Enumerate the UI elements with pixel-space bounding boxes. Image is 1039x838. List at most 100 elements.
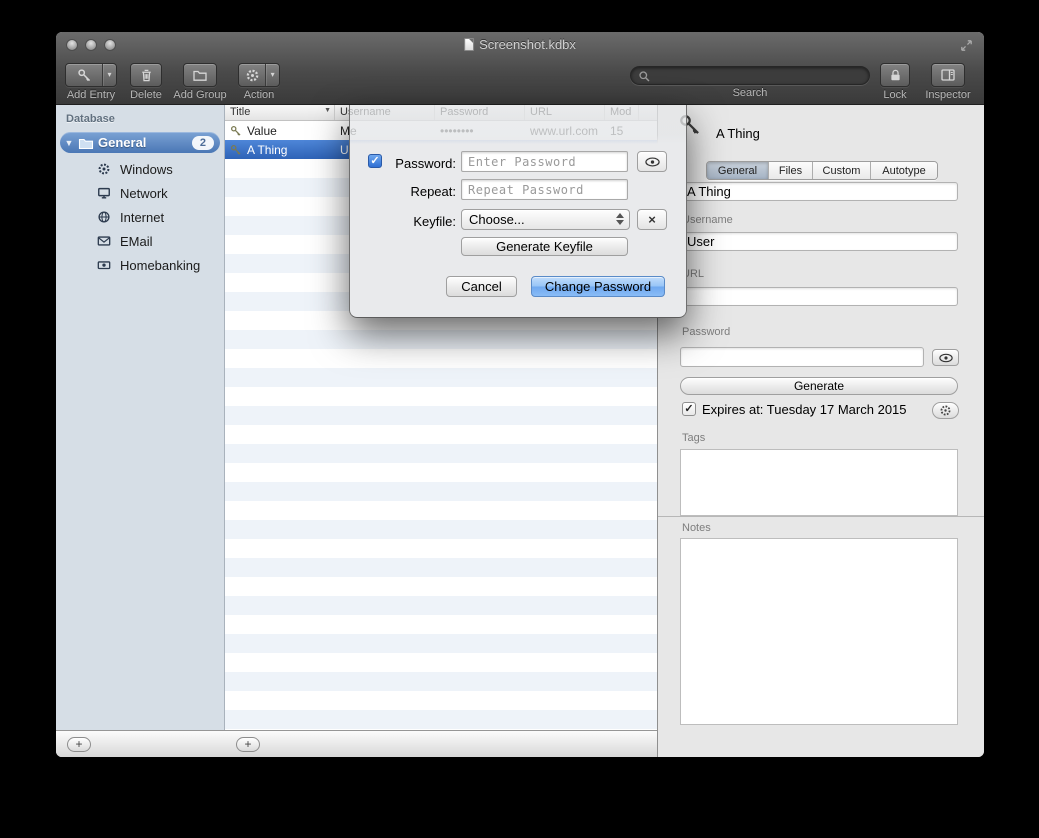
titlebar[interactable]: Screenshot.kdbx [56, 32, 984, 58]
empty-row [225, 501, 657, 520]
empty-row [225, 653, 657, 672]
close-button[interactable] [66, 39, 78, 51]
chevron-down-icon: ▾ [103, 64, 116, 86]
search-field[interactable] [630, 66, 870, 85]
email-icon [96, 233, 112, 249]
change-password-button[interactable]: Change Password [531, 276, 665, 297]
keyfile-popup[interactable]: Choose... [461, 209, 630, 230]
folder-icon [192, 64, 208, 86]
column-header-title[interactable]: Title▼ [225, 105, 335, 120]
keyfile-popup-value: Choose... [469, 212, 525, 227]
action-button[interactable]: ▾ Action [237, 63, 281, 101]
minimize-button[interactable] [85, 39, 97, 51]
cancel-button[interactable]: Cancel [446, 276, 517, 297]
lock-label: Lock [880, 89, 910, 101]
delete-label: Delete [128, 89, 164, 101]
inspector-divider [658, 516, 984, 517]
generate-button[interactable]: Generate [680, 377, 958, 395]
sidebar-item-network[interactable]: Network [56, 181, 224, 205]
search-area: Search [630, 66, 870, 99]
empty-row [225, 349, 657, 368]
add-entry-label: Add Entry [64, 89, 118, 101]
lock-icon [888, 64, 903, 86]
folder-icon [78, 135, 94, 151]
list-bottom-bar: + [225, 730, 657, 757]
dialog-password-label: Password: [350, 156, 456, 171]
key-icon [66, 64, 102, 86]
empty-row [225, 406, 657, 425]
window-title-group: Screenshot.kdbx [464, 37, 576, 52]
title-field[interactable] [680, 182, 958, 201]
homebanking-icon [96, 257, 112, 273]
lock-button[interactable]: Lock [880, 63, 910, 101]
disclosure-triangle-icon[interactable]: ▼ [60, 138, 78, 148]
expires-checkbox[interactable]: ✓ [682, 402, 696, 416]
tab-general[interactable]: General [707, 162, 769, 179]
dialog-password-input[interactable] [461, 151, 628, 172]
zoom-button[interactable] [104, 39, 116, 51]
tab-custom[interactable]: Custom [813, 162, 871, 179]
tab-files[interactable]: Files [769, 162, 813, 179]
empty-row [225, 463, 657, 482]
add-group-label: Add Group [171, 89, 229, 101]
eye-icon [939, 353, 953, 363]
tags-label: Tags [682, 432, 705, 444]
windows-icon [96, 161, 112, 177]
notes-input[interactable] [680, 538, 958, 725]
gear-icon [939, 404, 952, 417]
url-field[interactable] [680, 287, 958, 306]
empty-row [225, 330, 657, 349]
username-field[interactable] [680, 232, 958, 251]
change-password-sheet: ✓ Password: Repeat: Keyfile: Choose... ×… [349, 105, 687, 318]
window-title: Screenshot.kdbx [479, 37, 576, 52]
add-group-plus-button[interactable]: + [67, 737, 91, 752]
search-input[interactable] [655, 68, 861, 83]
action-label: Action [237, 89, 281, 101]
tags-input[interactable] [680, 449, 958, 516]
sidebar-items: WindowsNetwork Internet EMail Homebanking [56, 157, 224, 277]
screenshot-root: Screenshot.kdbx ▾ Add Entry [0, 0, 1039, 838]
internet-icon [96, 209, 112, 225]
expires-label: Expires at: Tuesday 17 March 2015 [702, 402, 907, 417]
inspector-label: Inspector [921, 89, 975, 101]
empty-row [225, 482, 657, 501]
generate-keyfile-button[interactable]: Generate Keyfile [461, 237, 628, 256]
sidebar-item-windows[interactable]: Windows [56, 157, 224, 181]
fullscreen-icon[interactable] [959, 38, 974, 53]
window-chrome: Screenshot.kdbx ▾ Add Entry [56, 32, 984, 105]
toolbar: ▾ Add Entry Delete [56, 58, 984, 105]
empty-row [225, 691, 657, 710]
expires-gear-button[interactable] [932, 402, 959, 419]
inspector-tabs: GeneralFilesCustomAutotype [706, 161, 938, 180]
dialog-repeat-input[interactable] [461, 179, 628, 200]
gear-icon [239, 64, 265, 86]
add-entry-plus-button[interactable]: + [236, 737, 260, 752]
password-field[interactable] [680, 347, 924, 367]
key-icon [230, 125, 243, 137]
empty-row [225, 520, 657, 539]
empty-row [225, 710, 657, 729]
inspector-entry-title: A Thing [716, 126, 760, 141]
sidebar-item-internet[interactable]: Internet [56, 205, 224, 229]
empty-row [225, 615, 657, 634]
tab-autotype[interactable]: Autotype [871, 162, 937, 179]
sidebar-item-label: EMail [120, 234, 153, 249]
sidebar-item-homebanking[interactable]: Homebanking [56, 253, 224, 277]
reveal-password-button[interactable] [932, 349, 959, 366]
clear-keyfile-button[interactable]: × [637, 209, 667, 230]
sidebar: Database ▼ General 2 WindowsNetworkInter… [56, 105, 225, 757]
sidebar-item-label: Homebanking [120, 258, 200, 273]
sidebar-item-label: Internet [120, 210, 164, 225]
empty-row [225, 634, 657, 653]
empty-row [225, 425, 657, 444]
dialog-reveal-password-button[interactable] [637, 151, 667, 172]
empty-row [225, 444, 657, 463]
sidebar-group-label: General [98, 135, 192, 150]
add-group-button[interactable]: Add Group [171, 63, 229, 101]
window-controls [66, 39, 116, 51]
add-entry-button[interactable]: ▾ Add Entry [64, 63, 118, 101]
inspector-button[interactable]: Inspector [921, 63, 975, 101]
sidebar-item-email[interactable]: EMail [56, 229, 224, 253]
delete-button[interactable]: Delete [128, 63, 164, 101]
sidebar-group-general[interactable]: ▼ General 2 [60, 132, 220, 153]
